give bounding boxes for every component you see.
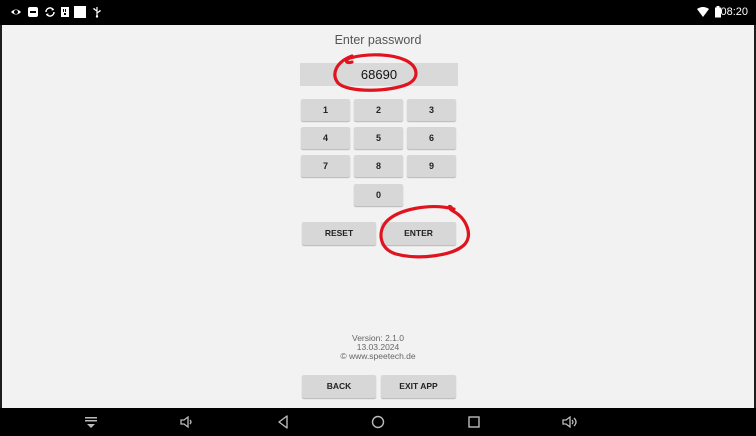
recents-icon[interactable] [466, 414, 482, 430]
back-icon[interactable] [275, 414, 291, 430]
volume-up-icon[interactable] [562, 414, 578, 430]
page-title: Enter password [334, 33, 422, 47]
status-bar: 08:20 [0, 0, 756, 25]
key-7[interactable]: 7 [301, 155, 350, 177]
keyboard-hide-icon[interactable] [83, 414, 99, 430]
usb-icon [93, 7, 101, 18]
key-9[interactable]: 9 [407, 155, 456, 177]
back-button[interactable]: BACK [302, 375, 376, 398]
reset-button[interactable]: RESET [302, 222, 376, 245]
volume-down-icon[interactable] [179, 414, 195, 430]
wifi-icon [697, 7, 709, 17]
key-4[interactable]: 4 [301, 127, 350, 149]
enter-button[interactable]: ENTER [381, 222, 456, 245]
key-2[interactable]: 2 [354, 99, 403, 121]
key-1[interactable]: 1 [301, 99, 350, 121]
status-time: 08:20 [720, 6, 748, 18]
eye-icon [11, 9, 21, 15]
exit-app-button[interactable]: EXIT APP [381, 375, 456, 398]
home-icon[interactable] [370, 414, 386, 430]
screen-mirror-icon [28, 7, 38, 17]
navigation-bar [0, 408, 756, 436]
key-6[interactable]: 6 [407, 127, 456, 149]
key-5[interactable]: 5 [354, 127, 403, 149]
copyright-text: © www.speetech.de [340, 351, 416, 361]
password-field[interactable]: 68690 [300, 63, 458, 86]
sync-icon [45, 7, 55, 17]
blank-square-icon [74, 6, 86, 18]
sd-card-icon [61, 7, 69, 17]
key-3[interactable]: 3 [407, 99, 456, 121]
key-0[interactable]: 0 [354, 184, 403, 206]
key-8[interactable]: 8 [354, 155, 403, 177]
